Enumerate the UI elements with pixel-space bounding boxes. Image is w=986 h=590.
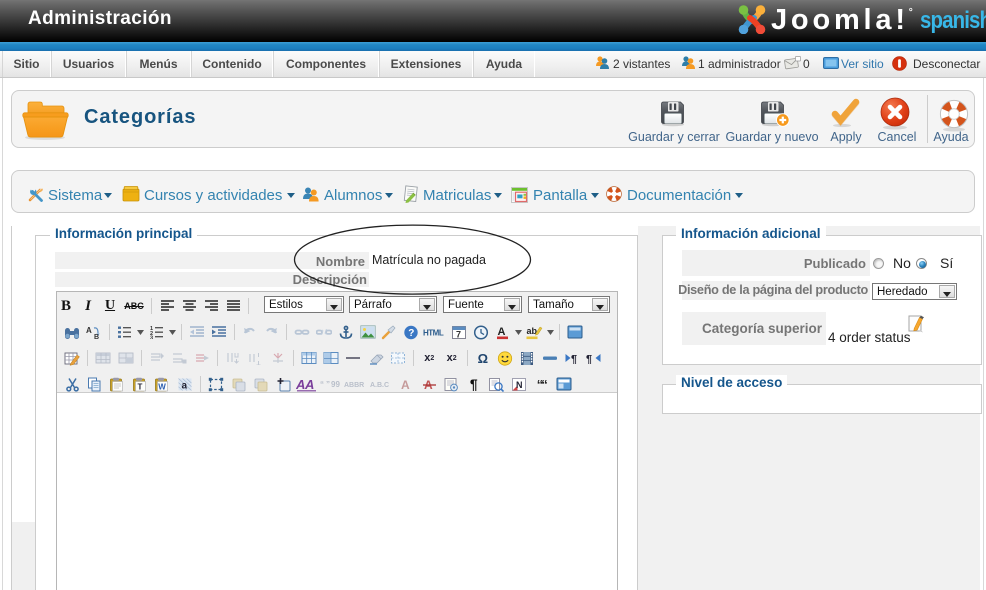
svg-text:3: 3 (150, 336, 153, 340)
svg-text:A.B.C: A.B.C (370, 382, 389, 389)
svg-text:7: 7 (456, 329, 461, 339)
svg-text:a: a (181, 380, 187, 391)
svg-text:N: N (516, 380, 523, 390)
svg-text:A: A (86, 326, 92, 335)
svg-text:A: A (401, 378, 410, 391)
svg-text:¶: ¶ (571, 354, 577, 366)
svg-text:A: A (497, 326, 505, 338)
svg-text:A: A (304, 377, 314, 392)
svg-text:A: A (296, 377, 305, 392)
svg-text:ABBR: ABBR (344, 382, 364, 389)
svg-text:“: “ (320, 380, 324, 389)
svg-text:W: W (158, 382, 166, 391)
svg-text:B: B (94, 334, 99, 340)
svg-text:99: 99 (331, 380, 340, 389)
svg-text:”: ” (326, 380, 330, 389)
svg-text:T: T (137, 382, 142, 391)
svg-text:?: ? (408, 328, 414, 339)
svg-text:HTML: HTML (423, 329, 444, 338)
svg-text:¶: ¶ (586, 354, 592, 366)
